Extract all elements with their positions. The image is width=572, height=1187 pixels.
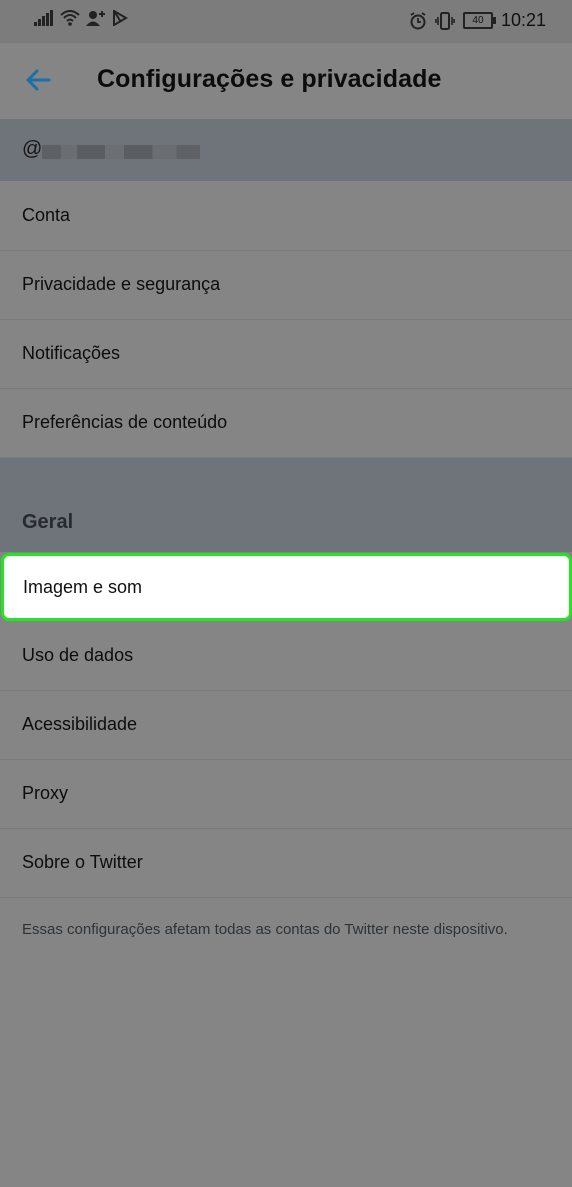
status-left-icons: [34, 10, 128, 26]
settings-item-acessibilidade[interactable]: Acessibilidade: [0, 691, 572, 760]
arrow-left-icon: [26, 69, 51, 91]
settings-item-label: Uso de dados: [22, 645, 134, 665]
settings-item-label: Preferências de conteúdo: [22, 412, 228, 432]
settings-item-sobre[interactable]: Sobre o Twitter: [0, 829, 572, 898]
settings-item-label: Imagem e som: [23, 577, 143, 597]
status-right-icons: 40 10:21: [409, 10, 546, 31]
settings-item-preferencias[interactable]: Preferências de conteúdo: [0, 389, 572, 458]
person-add-icon: [86, 11, 105, 26]
settings-item-label: Conta: [22, 205, 71, 225]
back-button[interactable]: [18, 61, 58, 101]
settings-item-label: Sobre o Twitter: [22, 852, 143, 872]
alarm-icon: [410, 11, 426, 29]
footer-note: Essas configurações afetam todas as cont…: [22, 921, 508, 938]
redacted-username: [42, 145, 200, 159]
clock-time: 10:21: [500, 10, 546, 30]
settings-item-privacidade[interactable]: Privacidade e segurança: [0, 251, 572, 320]
settings-item-label: Notificações: [22, 343, 121, 363]
settings-item-imagem-e-som[interactable]: Imagem e som: [1, 553, 572, 621]
settings-item-label: Privacidade e segurança: [22, 274, 221, 294]
account-section-header: @: [0, 119, 572, 181]
account-handle: @: [22, 138, 43, 160]
general-section-header: Geral: [0, 458, 572, 552]
settings-item-proxy[interactable]: Proxy: [0, 760, 572, 829]
vibrate-icon: [435, 11, 455, 30]
wifi-icon: [60, 10, 80, 26]
status-bar: 40 10:21: [0, 0, 572, 43]
signal-icon: [34, 10, 53, 26]
settings-item-label: Proxy: [22, 783, 69, 803]
settings-item-label: Acessibilidade: [22, 714, 138, 734]
section-title: Geral: [22, 511, 74, 533]
settings-item-notificacoes[interactable]: Notificações: [0, 320, 572, 389]
play-store-icon: [113, 10, 128, 26]
settings-item-conta[interactable]: Conta: [0, 182, 572, 251]
battery-icon: 40: [462, 12, 496, 29]
app-bar: Configurações e privacidade: [0, 43, 572, 119]
settings-item-uso-de-dados[interactable]: Uso de dados: [0, 622, 572, 691]
page-title: Configurações e privacidade: [97, 65, 442, 93]
